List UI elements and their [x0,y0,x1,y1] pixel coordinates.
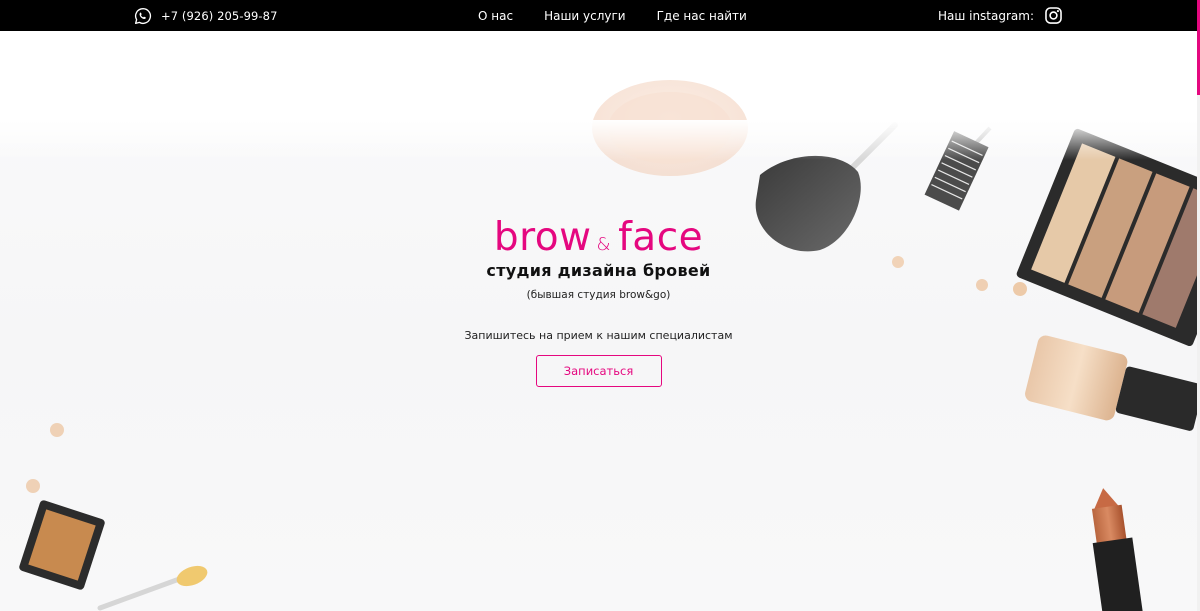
nav-link-services[interactable]: Наши услуги [544,9,626,23]
studio-subtitle: студия дизайна бровей [486,261,711,280]
nav-link-location[interactable]: Где нас найти [657,9,747,23]
logo-word-brow: brow [493,215,592,260]
instagram-block: Наш instagram: [938,5,1063,26]
logo-word-face: face [618,215,704,260]
phone-contact[interactable]: +7 (926) 205-99-87 [134,6,278,26]
book-appointment-button[interactable]: Записаться [535,355,662,387]
booking-invite-text: Запишитесь на прием к нашим специалистам [464,329,733,342]
phone-number[interactable]: +7 (926) 205-99-87 [161,9,278,23]
instagram-icon[interactable] [1044,6,1063,25]
instagram-label: Наш instagram: [937,8,1034,23]
top-bar: +7 (926) 205-99-87 О нас Наши услуги Где… [0,0,1197,31]
whatsapp-icon [134,7,152,25]
page: +7 (926) 205-99-87 О нас Наши услуги Где… [0,0,1200,611]
hero-content: brow & face студия дизайна бровей (бывша… [0,218,1197,387]
former-studio-name: (бывшая студия brow&go) [526,289,671,301]
main-nav: О нас Наши услуги Где нас найти [478,0,747,31]
brand-logo: brow & face [0,218,1197,258]
logo-ampersand: & [596,234,612,255]
nav-link-about[interactable]: О нас [478,9,513,23]
